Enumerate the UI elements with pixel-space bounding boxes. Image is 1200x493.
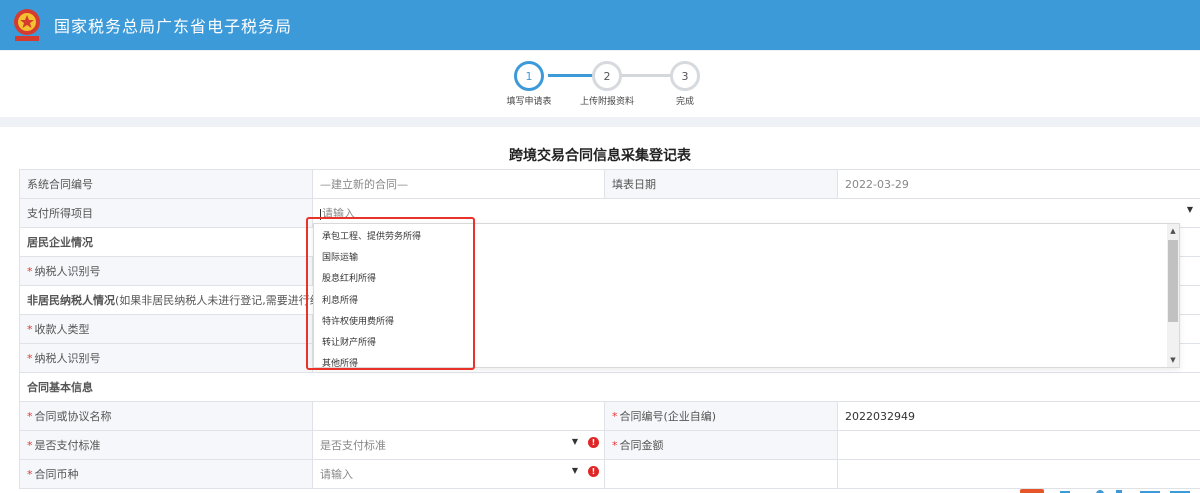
dropdown-option[interactable]: 利息所得	[322, 293, 358, 306]
contract-no-label: 系统合同编号	[19, 169, 313, 199]
required-mark: *	[27, 468, 33, 481]
contract-no-value: —建立新的合同—	[320, 178, 408, 191]
basic-section-title: 合同基本信息	[19, 372, 1200, 402]
contract-own-no-label-cell: * 合同编号(企业自编)	[604, 401, 838, 431]
required-mark: *	[27, 323, 33, 336]
payment-item-dropdown[interactable]: 承包工程、提供劳务所得 国际运输 股息红利所得 利息所得 特许权使用费所得 转让…	[313, 223, 1180, 369]
contract-amount-field[interactable]	[837, 430, 1200, 460]
fill-date-value: 2022-03-29	[845, 177, 909, 191]
pay-standard-label-cell: * 是否支付标准	[19, 430, 313, 460]
dropdown-option[interactable]: 转让财产所得	[322, 335, 376, 348]
nonresident-taxpayer-id-label-cell: * 纳税人识别号	[19, 343, 313, 373]
step-connector-2	[621, 74, 671, 77]
dropdown-option[interactable]: 国际运输	[322, 250, 358, 263]
contract-name-field[interactable]	[312, 401, 605, 431]
dropdown-scrollbar[interactable]: ▲ ▼	[1167, 224, 1179, 367]
step-1-number: 1	[525, 69, 533, 83]
currency-select[interactable]: 请输入 ! ▼	[312, 459, 605, 489]
required-mark: *	[27, 352, 33, 365]
error-icon: !	[588, 466, 599, 477]
contract-own-no-value: 2022032949	[845, 409, 915, 423]
pay-standard-placeholder: 是否支付标准	[320, 439, 386, 452]
dropdown-option[interactable]: 特许权使用费所得	[322, 314, 394, 327]
dropdown-option[interactable]: 承包工程、提供劳务所得	[322, 229, 421, 242]
fill-date-field[interactable]: 2022-03-29	[837, 169, 1200, 199]
app-title: 国家税务总局广东省电子税务局	[54, 17, 293, 36]
step-1-circle[interactable]: 1	[514, 61, 544, 91]
contract-name-label-cell: * 合同或协议名称	[19, 401, 313, 431]
error-icon: !	[588, 437, 599, 448]
dropdown-option[interactable]: 其他所得	[322, 356, 358, 369]
required-mark: *	[612, 439, 618, 452]
chevron-down-icon[interactable]: ▼	[572, 437, 578, 446]
currency-placeholder: 请输入	[320, 468, 353, 481]
pay-standard-select[interactable]: 是否支付标准 ! ▼	[312, 430, 605, 460]
nonresident-taxpayer-id-label: 纳税人识别号	[34, 352, 101, 365]
scroll-up-icon[interactable]: ▲	[1167, 225, 1179, 237]
taxpayer-id-label-cell: * 纳税人识别号	[19, 256, 313, 286]
chevron-down-icon[interactable]: ▼	[572, 466, 578, 475]
step-3-circle[interactable]: 3	[670, 61, 700, 91]
dropdown-option[interactable]: 股息红利所得	[322, 271, 376, 284]
step-3-label: 完成	[675, 97, 695, 107]
taxpayer-id-label: 纳税人识别号	[34, 265, 101, 278]
required-mark: *	[27, 439, 33, 452]
contract-own-no-field[interactable]: 2022032949	[837, 401, 1200, 431]
currency-label-cell: * 合同币种	[19, 459, 313, 489]
row-contract-name: * 合同或协议名称 * 合同编号(企业自编) 2022032949	[19, 401, 1200, 431]
text-cursor	[320, 208, 321, 220]
required-mark: *	[612, 410, 618, 423]
fill-date-label: 填表日期	[604, 169, 838, 199]
payment-item-placeholder: 请输入	[322, 207, 355, 220]
row-pay-standard: * 是否支付标准 是否支付标准 ! ▼ * 合同金额	[19, 430, 1200, 460]
row-basic-section: 合同基本信息	[19, 372, 1200, 402]
form-title: 跨境交易合同信息采集登记表	[509, 148, 691, 164]
empty-cell	[604, 459, 838, 489]
nonresident-section-title: 非居民纳税人情况	[27, 294, 115, 307]
tax-emblem-icon	[8, 6, 46, 44]
app-header: 国家税务总局广东省电子税务局	[0, 0, 1200, 50]
progress-steps: 1 2 3 填写申请表 上传附报资料 完成	[0, 51, 1200, 117]
step-1-label: 填写申请表	[506, 97, 552, 107]
step-3-number: 3	[681, 69, 689, 83]
pay-standard-label: 是否支付标准	[34, 439, 101, 452]
contract-own-no-label: 合同编号(企业自编)	[619, 410, 717, 423]
required-mark: *	[27, 265, 33, 278]
step-2-label: 上传附报资料	[579, 97, 635, 107]
payee-type-label-cell: * 收款人类型	[19, 314, 313, 344]
payment-item-label: 支付所得项目	[19, 198, 313, 228]
scroll-down-icon[interactable]: ▼	[1167, 354, 1179, 366]
contract-amount-label: 合同金额	[619, 439, 664, 452]
contract-amount-label-cell: * 合同金额	[604, 430, 838, 460]
step-2-circle[interactable]: 2	[592, 61, 622, 91]
payee-type-label: 收款人类型	[34, 323, 90, 336]
chevron-down-icon[interactable]: ▼	[1187, 205, 1193, 214]
contract-name-label: 合同或协议名称	[34, 410, 112, 423]
step-connector-1	[548, 74, 595, 77]
step-2-number: 2	[603, 69, 611, 83]
corner-logo-icon	[1020, 484, 1200, 493]
contract-no-field[interactable]: —建立新的合同—	[312, 169, 605, 199]
required-mark: *	[27, 410, 33, 423]
currency-label: 合同币种	[34, 468, 79, 481]
row-contract-no: 系统合同编号 —建立新的合同— 填表日期 2022-03-29	[19, 169, 1200, 199]
scroll-thumb[interactable]	[1168, 240, 1178, 322]
